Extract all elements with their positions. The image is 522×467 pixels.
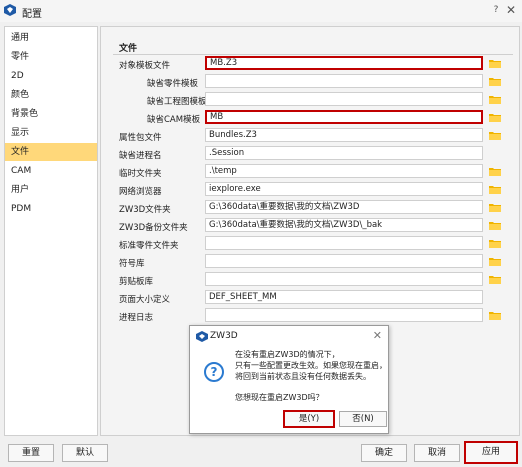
help-icon[interactable]: ?: [490, 4, 502, 16]
zw3d-folder-input[interactable]: G:\360data\重要数据\我的文档\ZW3D: [205, 200, 483, 214]
row-label: 进程日志: [119, 313, 154, 323]
object-template-input[interactable]: MB.Z3: [205, 56, 483, 70]
folder-icon[interactable]: [489, 131, 501, 140]
folder-icon[interactable]: [489, 275, 501, 284]
dialog-question: 您想现在重启ZW3D吗？: [235, 393, 324, 402]
web-browser-input[interactable]: iexplore.exe: [205, 182, 483, 196]
yes-button[interactable]: 是(Y): [283, 410, 335, 428]
sidebar-item-pdm[interactable]: PDM: [5, 200, 97, 218]
sidebar-item-display[interactable]: 显示: [5, 124, 97, 142]
folder-icon[interactable]: [489, 257, 501, 266]
default-part-template-input[interactable]: [205, 74, 483, 88]
folder-icon[interactable]: [489, 59, 501, 68]
folder-icon[interactable]: [489, 77, 501, 86]
row-label: 页面大小定义: [119, 295, 171, 305]
row-label: 标准零件文件夹: [119, 241, 179, 251]
sidebar-item-2d[interactable]: 2D: [5, 67, 97, 85]
sidebar-item-part[interactable]: 零件: [5, 48, 97, 66]
restart-dialog: ZW3D ✕ ? 在没有重启ZW3D的情况下， 只有一些配置更改生效。如果您现在…: [189, 325, 389, 434]
attribute-bundle-input[interactable]: Bundles.Z3: [205, 128, 483, 142]
cancel-button[interactable]: 取消: [414, 444, 460, 462]
folder-icon[interactable]: [489, 185, 501, 194]
folder-icon[interactable]: [489, 167, 501, 176]
sidebar-item-general[interactable]: 通用: [5, 29, 97, 47]
sidebar-item-files[interactable]: 文件: [5, 143, 97, 161]
section-title: 文件: [119, 44, 138, 54]
folder-icon[interactable]: [489, 239, 501, 248]
dialog-message-line: 将回到当前状态且没有任何数据丢失。: [235, 372, 371, 381]
reset-button[interactable]: 重置: [8, 444, 54, 462]
row-label: 符号库: [119, 259, 145, 269]
sidebar-item-cam[interactable]: CAM: [5, 162, 97, 180]
row-label: ZW3D备份文件夹: [119, 223, 188, 233]
dialog-message-line: 在没有重启ZW3D的情况下，: [235, 350, 340, 359]
folder-icon[interactable]: [489, 221, 501, 230]
row-label: 缺省CAM模板: [147, 115, 201, 125]
sidebar-item-background[interactable]: 背景色: [5, 105, 97, 123]
folder-icon[interactable]: [489, 311, 501, 320]
sidebar-item-user[interactable]: 用户: [5, 181, 97, 199]
row-label: 临时文件夹: [119, 169, 162, 179]
row-label: 缺省工程图模板: [147, 97, 207, 107]
row-label: 剪贴板库: [119, 277, 154, 287]
app-logo-icon: [4, 4, 16, 16]
default-button[interactable]: 默认: [62, 444, 108, 462]
session-name-input[interactable]: .Session: [205, 146, 483, 160]
row-label: 网络浏览器: [119, 187, 162, 197]
folder-icon[interactable]: [489, 203, 501, 212]
standard-part-folder-input[interactable]: [205, 236, 483, 250]
row-label: 属性包文件: [119, 133, 162, 143]
default-drawing-template-input[interactable]: [205, 92, 483, 106]
dialog-title: ZW3D: [210, 331, 238, 341]
folder-icon[interactable]: [489, 113, 501, 122]
section-divider: [113, 54, 513, 55]
sidebar-item-color[interactable]: 颜色: [5, 86, 97, 104]
folder-icon[interactable]: [489, 95, 501, 104]
apply-button[interactable]: 应用: [464, 441, 518, 464]
temp-folder-input[interactable]: .\temp: [205, 164, 483, 178]
symbol-library-input[interactable]: [205, 254, 483, 268]
dialog-message-line: 只有一些配置更改生效。如果您现在重启，: [235, 361, 387, 370]
row-label: 缺省零件模板: [147, 79, 199, 89]
app-logo-icon: [196, 331, 208, 342]
clipboard-library-input[interactable]: [205, 272, 483, 286]
row-label: ZW3D文件夹: [119, 205, 171, 215]
dialog-close-icon[interactable]: ✕: [373, 329, 382, 342]
row-label: 缺省进程名: [119, 151, 162, 161]
ok-button[interactable]: 确定: [361, 444, 407, 462]
default-cam-template-input[interactable]: MB: [205, 110, 483, 124]
page-size-definition-input[interactable]: DEF_SHEET_MM: [205, 290, 483, 304]
zw3d-backup-folder-input[interactable]: G:\360data\重要数据\我的文档\ZW3D\_bak: [205, 218, 483, 232]
question-icon: ?: [204, 362, 224, 382]
sidebar: 通用 零件 2D 颜色 背景色 显示 文件 CAM 用户 PDM: [4, 26, 98, 436]
no-button[interactable]: 否(N): [339, 411, 387, 427]
session-log-input[interactable]: [205, 308, 483, 322]
window-title: 配置: [22, 9, 42, 20]
title-bar: 配置 ? ✕: [0, 0, 522, 22]
row-label: 对象模板文件: [119, 61, 171, 71]
close-icon[interactable]: ✕: [504, 3, 518, 17]
